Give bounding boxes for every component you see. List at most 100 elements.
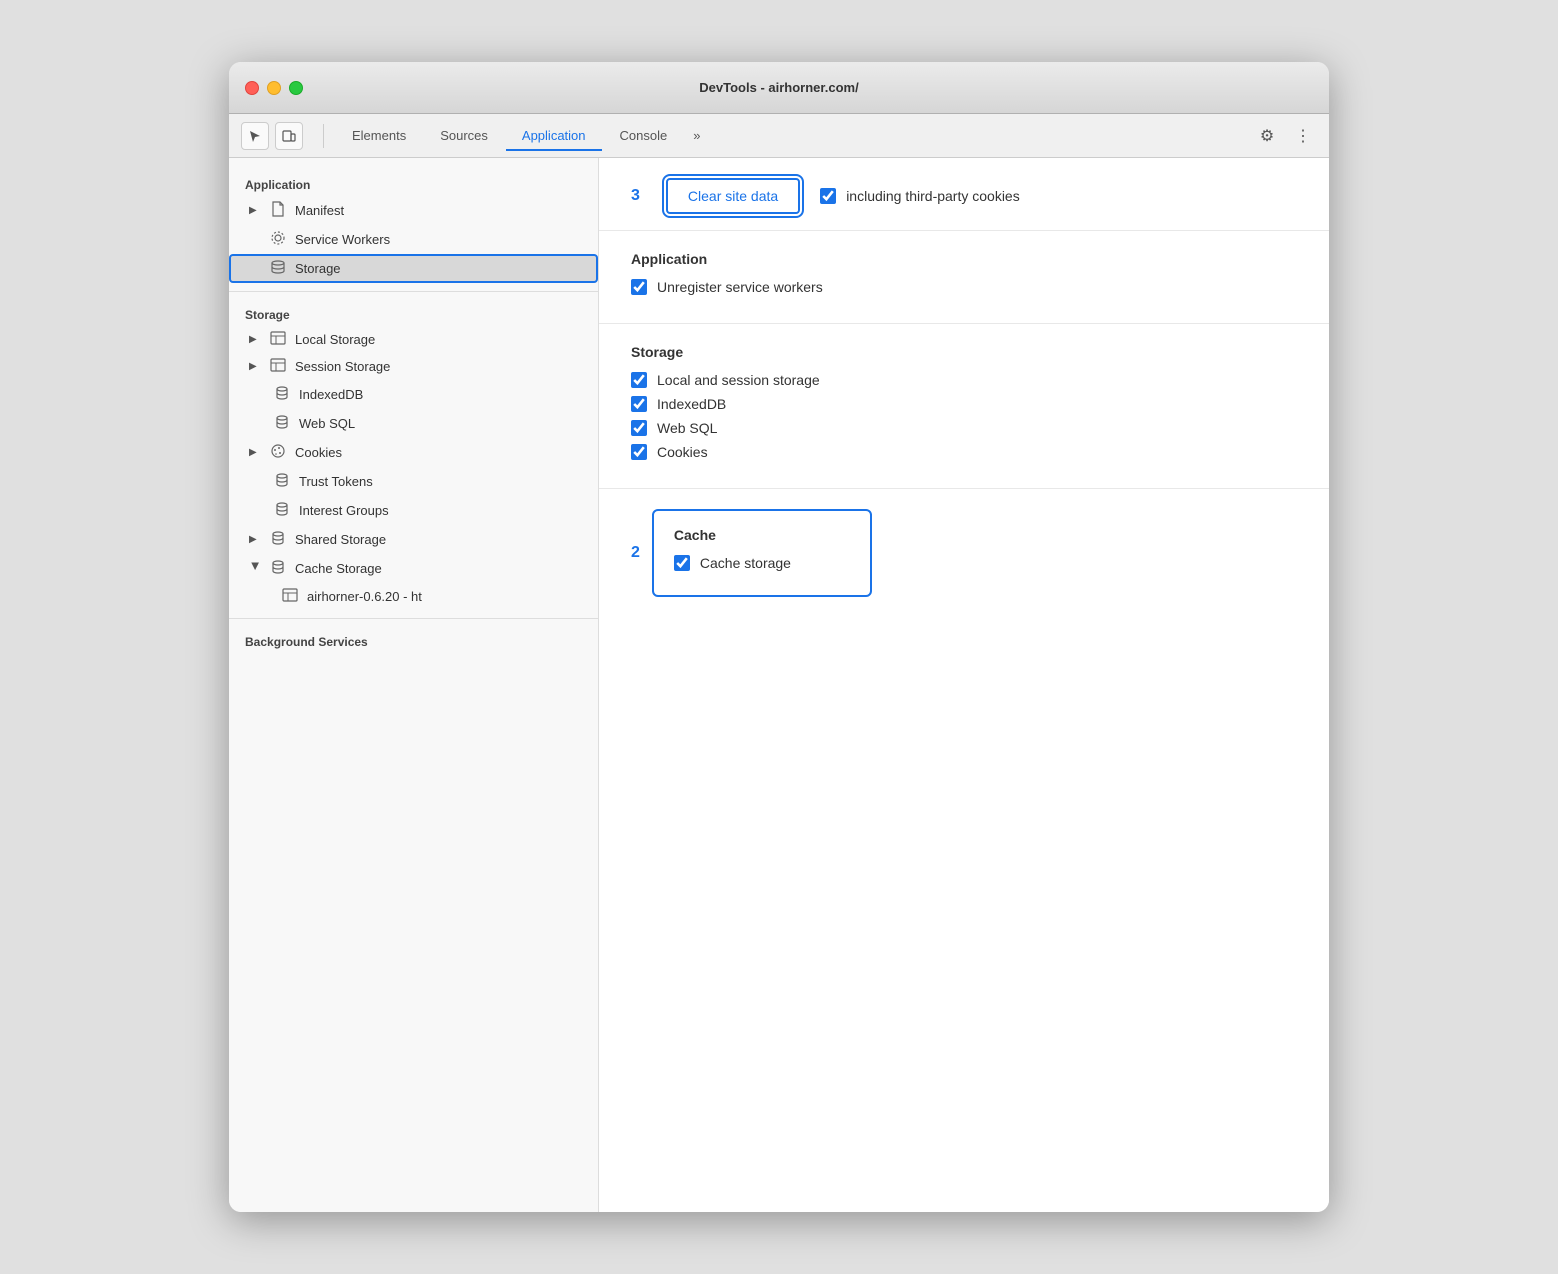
settings-icon-button[interactable]: ⚙ [1253, 122, 1281, 150]
sidebar-item-storage[interactable]: ▶ Storage [229, 254, 598, 283]
cookies-checkbox[interactable] [631, 444, 647, 460]
devtools-window: DevTools - airhorner.com/ Elements Sourc… [229, 62, 1329, 1212]
indexeddb-checkbox[interactable] [631, 396, 647, 412]
unregister-sw-row: Unregister service workers [631, 279, 1297, 295]
sidebar-item-local-storage[interactable]: ▶ Local Storage [229, 326, 598, 353]
main-layout: Application ▶ Manifest ▶ [229, 158, 1329, 1212]
sidebar-divider-1 [229, 291, 598, 292]
cache-storage-icon [269, 559, 287, 578]
storage-content-section: Storage Local and session storage Indexe… [599, 324, 1329, 489]
local-storage-arrow-icon: ▶ [249, 334, 261, 345]
clear-site-section: 3 Clear site data including third-party … [599, 158, 1329, 231]
manifest-arrow-icon: ▶ [249, 205, 261, 216]
tab-more-button[interactable]: » [685, 122, 708, 149]
manifest-label: Manifest [295, 203, 344, 218]
cache-box: Cache Cache storage [652, 509, 872, 597]
session-storage-arrow-icon: ▶ [249, 361, 261, 372]
minimize-button[interactable] [267, 81, 281, 95]
storage-section-label: Storage [229, 300, 598, 326]
web-sql-icon [273, 414, 291, 433]
local-session-label: Local and session storage [657, 372, 820, 388]
app-section-heading: Application [631, 251, 1297, 267]
cache-content-section: 2 Cache Cache storage [599, 489, 1329, 617]
tab-console[interactable]: Console [604, 122, 684, 151]
toolbar-right: ⚙ ⋮ [1253, 122, 1317, 150]
tab-list: Elements Sources Application Console » [336, 122, 1249, 150]
sidebar-item-trust-tokens[interactable]: Trust Tokens [229, 467, 598, 496]
storage-section-heading: Storage [631, 344, 1297, 360]
toolbar-icons [241, 122, 303, 150]
sidebar-divider-2 [229, 618, 598, 619]
shared-storage-arrow-icon: ▶ [249, 534, 261, 545]
window-title: DevTools - airhorner.com/ [699, 80, 858, 95]
local-session-checkbox[interactable] [631, 372, 647, 388]
cache-storage-row: Cache storage [674, 555, 850, 571]
sidebar-item-cache-storage[interactable]: ▶ Cache Storage [229, 554, 598, 583]
service-workers-gear-icon [269, 230, 287, 249]
sidebar-item-cache-child[interactable]: airhorner-0.6.20 - ht [229, 583, 598, 610]
local-session-row: Local and session storage [631, 372, 1297, 388]
storage-db-icon [269, 259, 287, 278]
tab-sources[interactable]: Sources [424, 122, 504, 151]
content-area: 3 Clear site data including third-party … [599, 158, 1329, 1212]
sidebar-item-shared-storage[interactable]: ▶ Shared Storage [229, 525, 598, 554]
session-storage-icon [269, 358, 287, 375]
cache-storage-checkbox[interactable] [674, 555, 690, 571]
web-sql-checkbox[interactable] [631, 420, 647, 436]
indexeddb-label: IndexedDB [299, 387, 363, 402]
web-sql-label: Web SQL [299, 416, 355, 431]
third-party-checkbox-row: including third-party cookies [820, 188, 1020, 204]
sidebar-item-manifest[interactable]: ▶ Manifest [229, 196, 598, 225]
sidebar: Application ▶ Manifest ▶ [229, 158, 599, 1212]
title-bar: DevTools - airhorner.com/ [229, 62, 1329, 114]
cookies-content-label: Cookies [657, 444, 708, 460]
tab-application[interactable]: Application [506, 122, 602, 151]
sidebar-item-web-sql[interactable]: Web SQL [229, 409, 598, 438]
cursor-icon-button[interactable] [241, 122, 269, 150]
tab-elements[interactable]: Elements [336, 122, 422, 151]
sidebar-item-interest-groups[interactable]: Interest Groups [229, 496, 598, 525]
traffic-lights [245, 81, 303, 95]
interest-groups-label: Interest Groups [299, 503, 389, 518]
local-storage-label: Local Storage [295, 332, 375, 347]
background-services-label: Background Services [229, 627, 598, 653]
maximize-button[interactable] [289, 81, 303, 95]
sidebar-item-indexeddb[interactable]: IndexedDB [229, 380, 598, 409]
more-options-icon-button[interactable]: ⋮ [1289, 122, 1317, 150]
cookies-row: Cookies [631, 444, 1297, 460]
unregister-sw-label: Unregister service workers [657, 279, 823, 295]
cache-child-icon [281, 588, 299, 605]
cache-child-label: airhorner-0.6.20 - ht [307, 589, 422, 604]
sidebar-item-session-storage[interactable]: ▶ Session Storage [229, 353, 598, 380]
service-workers-label: Service Workers [295, 232, 390, 247]
sidebar-item-service-workers[interactable]: ▶ Service Workers [229, 225, 598, 254]
cache-storage-arrow-icon: ▶ [250, 563, 261, 575]
application-content-section: Application Unregister service workers [599, 231, 1329, 324]
manifest-file-icon [269, 201, 287, 220]
web-sql-row: Web SQL [631, 420, 1297, 436]
application-section-label: Application [229, 170, 598, 196]
interest-groups-icon [273, 501, 291, 520]
sidebar-item-cookies[interactable]: ▶ Cookies [229, 438, 598, 467]
third-party-checkbox[interactable] [820, 188, 836, 204]
third-party-label: including third-party cookies [846, 188, 1020, 204]
indexeddb-content-label: IndexedDB [657, 396, 726, 412]
session-storage-label: Session Storage [295, 359, 390, 374]
cache-storage-content-label: Cache storage [700, 555, 791, 571]
unregister-sw-checkbox[interactable] [631, 279, 647, 295]
toolbar: Elements Sources Application Console » ⚙… [229, 114, 1329, 158]
clear-site-data-button[interactable]: Clear site data [666, 178, 800, 214]
device-icon-button[interactable] [275, 122, 303, 150]
close-button[interactable] [245, 81, 259, 95]
annotation-2: 2 [631, 544, 640, 562]
cookies-icon [269, 443, 287, 462]
shared-storage-label: Shared Storage [295, 532, 386, 547]
storage-item-label: Storage [295, 261, 341, 276]
shared-storage-icon [269, 530, 287, 549]
trust-tokens-icon [273, 472, 291, 491]
cookies-label: Cookies [295, 445, 342, 460]
cache-box-heading: Cache [674, 527, 850, 543]
indexeddb-icon [273, 385, 291, 404]
indexeddb-row: IndexedDB [631, 396, 1297, 412]
toolbar-divider [323, 124, 324, 148]
